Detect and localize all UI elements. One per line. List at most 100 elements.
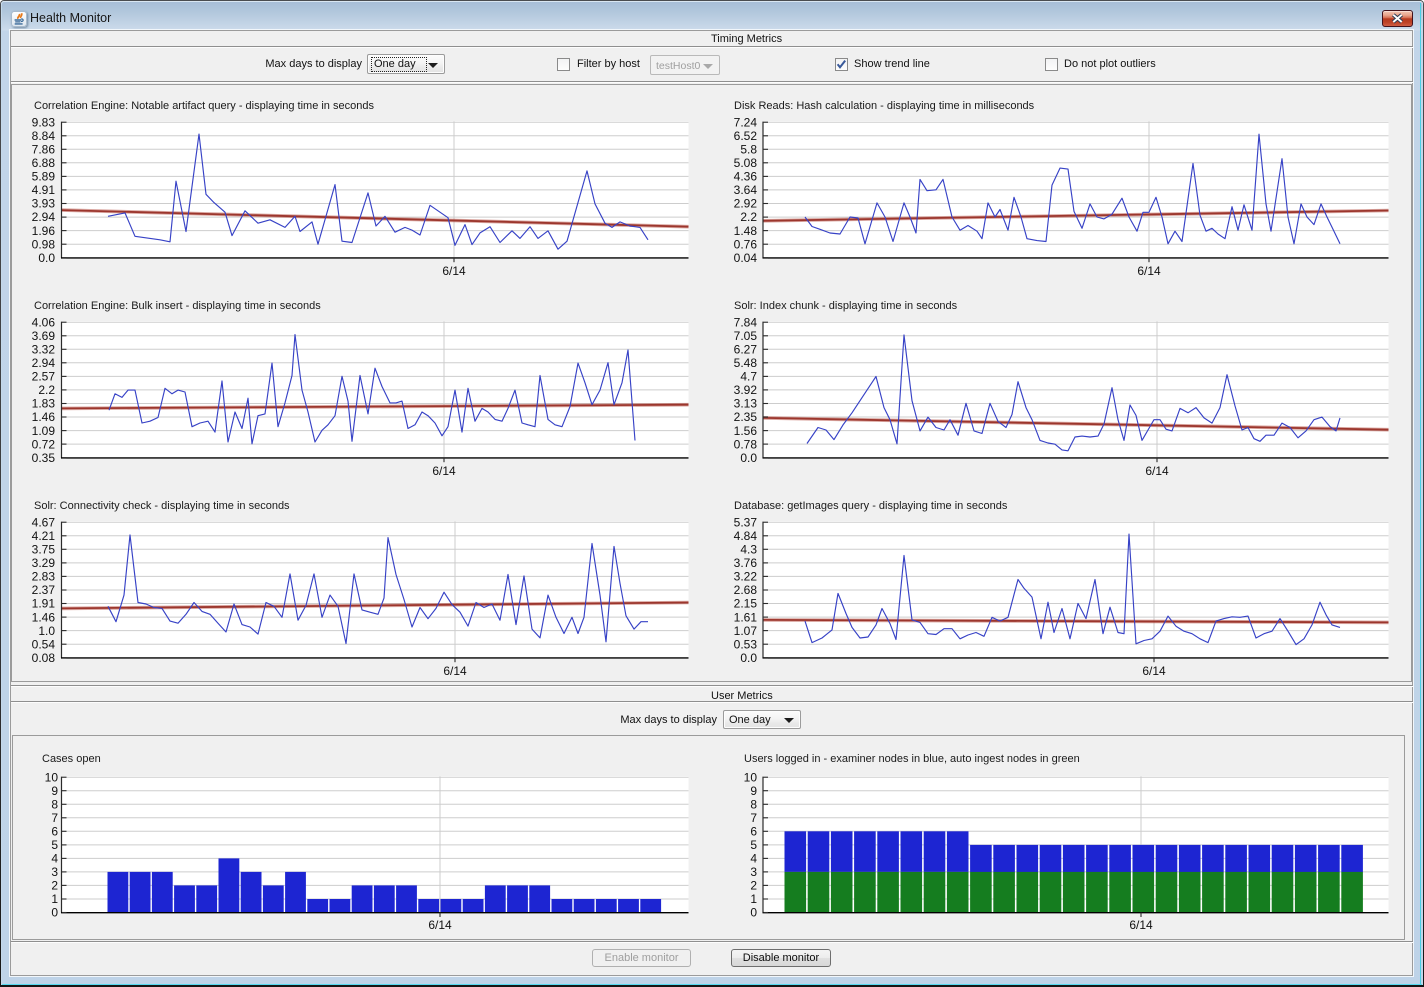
svg-text:6/14: 6/14 — [442, 264, 466, 278]
svg-text:5.48: 5.48 — [734, 356, 758, 370]
svg-text:6: 6 — [51, 825, 58, 839]
svg-text:6/14: 6/14 — [1129, 918, 1153, 932]
svg-text:7: 7 — [750, 811, 757, 825]
svg-text:2.57: 2.57 — [32, 370, 56, 384]
svg-text:6/14: 6/14 — [443, 664, 467, 678]
svg-text:1: 1 — [51, 892, 58, 906]
svg-text:2.92: 2.92 — [734, 197, 758, 211]
svg-text:4.21: 4.21 — [32, 529, 56, 543]
svg-text:1.46: 1.46 — [32, 410, 56, 424]
svg-text:3.76: 3.76 — [734, 556, 758, 570]
svg-text:6.88: 6.88 — [32, 156, 56, 170]
svg-text:6/14: 6/14 — [1142, 664, 1166, 678]
svg-text:Cases open: Cases open — [42, 753, 101, 765]
svg-text:7.86: 7.86 — [32, 143, 56, 157]
svg-text:Correlation Engine: Notable ar: Correlation Engine: Notable artifact que… — [34, 100, 374, 112]
svg-text:9.83: 9.83 — [32, 115, 56, 129]
svg-text:Disk Reads: Hash calculation -: Disk Reads: Hash calculation - displayin… — [734, 100, 1035, 112]
svg-text:0.72: 0.72 — [32, 437, 56, 451]
svg-text:2.15: 2.15 — [734, 597, 758, 611]
svg-text:1.0: 1.0 — [38, 624, 55, 638]
svg-text:1: 1 — [750, 892, 757, 906]
svg-text:3.69: 3.69 — [32, 329, 56, 343]
svg-text:8: 8 — [750, 798, 757, 812]
svg-text:0.0: 0.0 — [38, 251, 55, 265]
svg-text:Solr: Index chunk - displaying: Solr: Index chunk - displaying time in s… — [734, 300, 958, 312]
svg-text:3.22: 3.22 — [734, 570, 758, 584]
svg-text:10: 10 — [45, 770, 59, 784]
svg-text:3.75: 3.75 — [32, 543, 56, 557]
svg-text:2.94: 2.94 — [32, 356, 56, 370]
svg-text:Correlation Engine: Bulk inser: Correlation Engine: Bulk insert - displa… — [34, 300, 321, 312]
svg-text:0.53: 0.53 — [734, 637, 758, 651]
svg-text:3.92: 3.92 — [734, 383, 758, 397]
svg-text:6: 6 — [750, 825, 757, 839]
svg-text:5.89: 5.89 — [32, 170, 56, 184]
svg-text:1.46: 1.46 — [32, 610, 56, 624]
svg-text:0.0: 0.0 — [740, 451, 757, 465]
svg-text:4: 4 — [750, 852, 757, 866]
svg-text:4: 4 — [51, 852, 58, 866]
svg-text:2.35: 2.35 — [734, 410, 758, 424]
svg-text:Database: getImages query - di: Database: getImages query - displaying t… — [734, 500, 1008, 512]
svg-text:0.54: 0.54 — [32, 637, 56, 651]
svg-text:5: 5 — [51, 838, 58, 852]
svg-text:10: 10 — [744, 770, 758, 784]
svg-text:5.37: 5.37 — [734, 515, 758, 529]
svg-text:0.0: 0.0 — [740, 651, 757, 665]
svg-text:3: 3 — [750, 865, 757, 879]
svg-text:3.93: 3.93 — [32, 197, 56, 211]
svg-text:Solr: Connectivity check - dis: Solr: Connectivity check - displaying ti… — [34, 500, 290, 512]
svg-text:0: 0 — [51, 906, 58, 920]
svg-text:0.98: 0.98 — [32, 237, 56, 251]
svg-text:1.48: 1.48 — [734, 224, 758, 238]
svg-text:2: 2 — [51, 879, 58, 893]
svg-text:3.13: 3.13 — [734, 397, 758, 411]
svg-text:2.37: 2.37 — [32, 583, 56, 597]
svg-text:4.7: 4.7 — [740, 370, 757, 384]
svg-text:7.05: 7.05 — [734, 329, 758, 343]
svg-text:3.64: 3.64 — [734, 183, 758, 197]
svg-text:4.84: 4.84 — [734, 529, 758, 543]
svg-text:9: 9 — [51, 784, 58, 798]
svg-text:0.78: 0.78 — [734, 437, 758, 451]
svg-text:7: 7 — [51, 811, 58, 825]
svg-text:2.2: 2.2 — [740, 210, 757, 224]
svg-text:6/14: 6/14 — [428, 918, 452, 932]
svg-text:1.83: 1.83 — [32, 397, 56, 411]
svg-text:8: 8 — [51, 798, 58, 812]
svg-text:1.61: 1.61 — [734, 610, 758, 624]
svg-text:1.56: 1.56 — [734, 424, 758, 438]
svg-text:3.32: 3.32 — [32, 343, 56, 357]
svg-text:4.67: 4.67 — [32, 515, 56, 529]
svg-text:6/14: 6/14 — [1145, 464, 1169, 478]
svg-text:1.09: 1.09 — [32, 424, 56, 438]
svg-text:3: 3 — [51, 865, 58, 879]
svg-text:2.2: 2.2 — [38, 383, 55, 397]
svg-text:2.68: 2.68 — [734, 583, 758, 597]
svg-text:1.91: 1.91 — [32, 597, 56, 611]
svg-text:1.07: 1.07 — [734, 624, 758, 638]
svg-text:2: 2 — [750, 879, 757, 893]
svg-text:7.84: 7.84 — [734, 315, 758, 329]
svg-text:4.06: 4.06 — [32, 315, 56, 329]
svg-text:8.84: 8.84 — [32, 129, 56, 143]
svg-text:0.76: 0.76 — [734, 237, 758, 251]
svg-text:7.24: 7.24 — [734, 115, 758, 129]
svg-text:4.36: 4.36 — [734, 170, 758, 184]
svg-text:0.35: 0.35 — [32, 451, 56, 465]
svg-text:5: 5 — [750, 838, 757, 852]
svg-text:4.91: 4.91 — [32, 183, 56, 197]
svg-text:5.08: 5.08 — [734, 156, 758, 170]
svg-text:2.94: 2.94 — [32, 210, 56, 224]
svg-text:5.8: 5.8 — [740, 143, 757, 157]
svg-text:Users logged in - examiner nod: Users logged in - examiner nodes in blue… — [744, 753, 1080, 765]
svg-text:6.52: 6.52 — [734, 129, 758, 143]
svg-text:6/14: 6/14 — [1137, 264, 1161, 278]
svg-text:2.83: 2.83 — [32, 570, 56, 584]
svg-text:4.3: 4.3 — [740, 543, 757, 557]
svg-text:3.29: 3.29 — [32, 556, 56, 570]
svg-text:6.27: 6.27 — [734, 343, 758, 357]
svg-text:0.04: 0.04 — [734, 251, 758, 265]
svg-text:6/14: 6/14 — [432, 464, 456, 478]
